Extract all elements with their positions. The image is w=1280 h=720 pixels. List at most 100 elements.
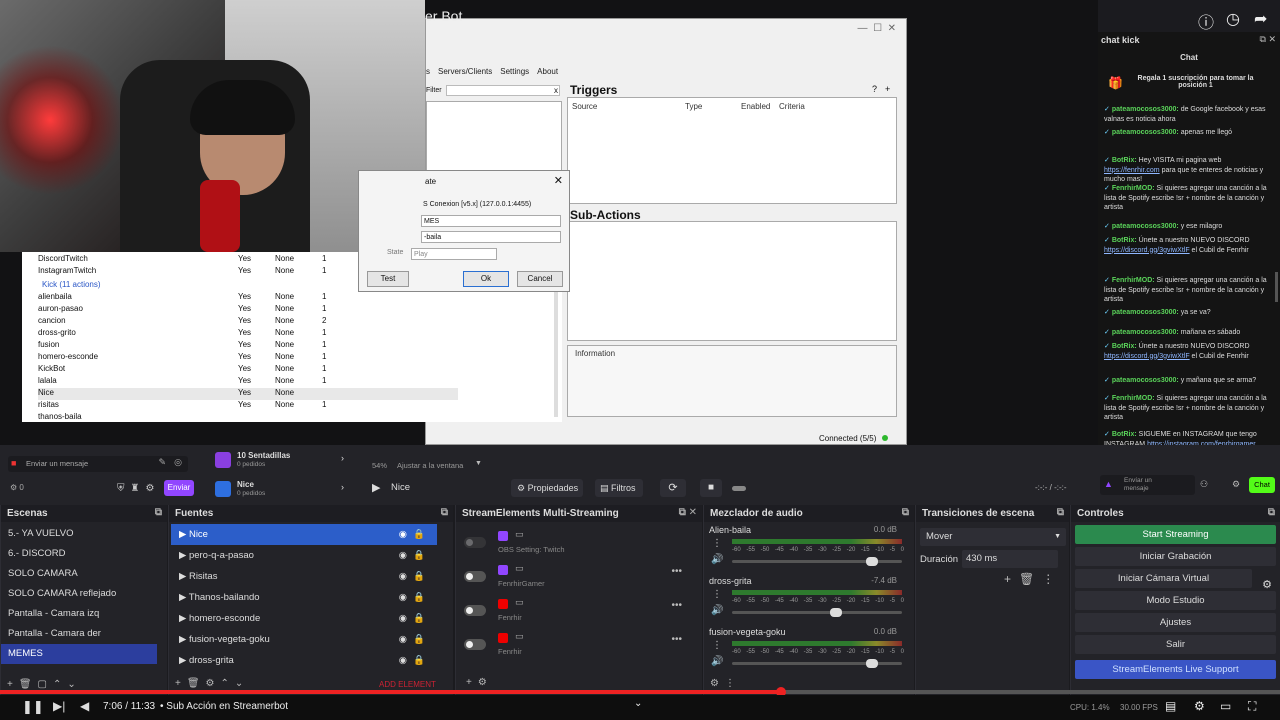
send-button[interactable]: Enviar (164, 480, 194, 496)
lock-icon[interactable]: 🔒 (413, 650, 425, 671)
lock-icon[interactable]: 🔒 (413, 545, 425, 566)
share-icon[interactable]: ➦ (1254, 9, 1267, 29)
table-row[interactable]: lalala Yes None 1 (38, 376, 458, 388)
more-icon[interactable]: ••• (671, 634, 682, 645)
scene-toolbar[interactable]: +🗑▢⌃⌄ (7, 679, 82, 690)
chat-username[interactable]: BotRix: (1112, 237, 1137, 244)
subactions-list[interactable] (567, 221, 897, 341)
volume-slider[interactable] (732, 608, 902, 617)
undock-close-icon[interactable]: ⧉ ✕ (679, 507, 697, 518)
chevron-down-icon[interactable]: ⌄ (634, 698, 642, 709)
scene-item[interactable]: Pantalla - Camara izq (1, 604, 167, 624)
chat-link[interactable]: https://discord.gg/3gviwXtlF (1104, 353, 1190, 360)
properties-button[interactable]: ⚙ Propiedades (511, 479, 583, 497)
state-select[interactable]: Play (411, 248, 497, 260)
subtitles-icon[interactable]: ▤ (1165, 699, 1176, 713)
channel-menu-icon[interactable]: ⋮ (712, 640, 722, 651)
settings-icon[interactable]: ⚙ (1194, 699, 1205, 713)
live-support-button[interactable]: StreamElements Live Support (1075, 660, 1276, 679)
emote-icon[interactable]: ✎ (158, 457, 166, 468)
chevron-right-icon[interactable]: › (341, 453, 344, 463)
studio-mode-button[interactable]: Modo Estudio (1075, 591, 1276, 610)
source-item[interactable]: ▶ dross-grita ◉ 🔒 (171, 650, 437, 671)
table-row[interactable]: cancion Yes None 2 (38, 316, 458, 328)
duration-input[interactable]: 430 ms (962, 550, 1058, 568)
source-toolbar[interactable]: +🗑⚙⌃⌄ (175, 678, 249, 689)
filters-button[interactable]: ▤ Filtros (595, 479, 643, 497)
lock-icon[interactable]: 🔒 (413, 566, 425, 587)
chat-username[interactable]: BotRix: (1112, 157, 1137, 164)
emote-picker-icon[interactable]: ⚇ (1200, 479, 1208, 490)
close-icon[interactable]: ✕ (554, 174, 563, 187)
speaker-icon[interactable]: 🔊 (711, 605, 723, 616)
filter-input[interactable] (446, 85, 560, 96)
add-element-button[interactable]: ADD ELEMENT (379, 680, 436, 689)
goal2-title[interactable]: Nice (237, 480, 254, 489)
speaker-icon[interactable]: 🔊 (711, 554, 723, 565)
goal1-title[interactable]: 10 Sentadillas (237, 451, 290, 460)
virtual-camera-button[interactable]: Iniciar Cámara Virtual (1075, 569, 1252, 588)
scene-item[interactable]: Pantalla - Camara der (1, 624, 167, 644)
scene-item-selected[interactable]: MEMES (1, 644, 157, 664)
undock-icon[interactable]: ⧉ (902, 507, 909, 518)
chat-input[interactable]: ▲ Envíar un mensaje (1100, 475, 1195, 495)
col-enabled[interactable]: Enabled (741, 102, 770, 111)
chat-link[interactable]: https://fenrhir.com (1104, 167, 1160, 174)
eye-icon[interactable]: ◉ (399, 629, 407, 650)
source-item[interactable]: ▶ homero-esconde ◉ 🔒 (171, 608, 437, 629)
chat-username[interactable]: pateamocosos3000: (1112, 329, 1179, 336)
speaker-icon[interactable]: 🔊 (711, 656, 723, 667)
chat-link[interactable]: https://discord.gg/3gviwXtlF (1104, 247, 1190, 254)
source-item[interactable]: ▶ Risitas ◉ 🔒 (171, 566, 437, 587)
start-streaming-button[interactable]: Start Streaming (1075, 525, 1276, 544)
chat-username[interactable]: pateamocosos3000: (1112, 129, 1179, 136)
cast-icon[interactable]: ▭ (1220, 699, 1231, 713)
table-row[interactable]: thanos-baila (38, 412, 458, 424)
help-icon[interactable]: ? (872, 84, 877, 94)
menu-about[interactable]: About (537, 67, 558, 76)
col-source[interactable]: Source (572, 102, 597, 111)
clock-icon[interactable]: ◷ (1226, 9, 1240, 29)
chevron-right-icon[interactable]: › (341, 482, 344, 492)
eye-icon[interactable]: ◉ (399, 524, 407, 545)
message-input[interactable]: ■ Enviar un mensaje ✎ ◎ (8, 456, 188, 472)
eye-icon[interactable]: ◉ (399, 587, 407, 608)
volume-slider[interactable] (732, 659, 902, 668)
ok-button[interactable]: Ok (463, 271, 509, 287)
col-type[interactable]: Type (685, 102, 702, 111)
enable-toggle[interactable] (464, 537, 486, 548)
chevron-down-icon[interactable]: ▼ (475, 460, 482, 467)
filter-clear-icon[interactable]: x (554, 86, 558, 95)
video-progress-bar[interactable] (0, 690, 1280, 694)
test-button[interactable]: Test (367, 271, 409, 287)
mod-icons[interactable]: ⛨♜⚙ (117, 483, 160, 494)
undock-icon[interactable]: ⧉ (1268, 507, 1275, 518)
next-icon[interactable]: ▶| (53, 699, 65, 713)
menu-item[interactable]: s (426, 67, 430, 76)
chat-username[interactable]: FenrhirMOD: (1112, 395, 1155, 402)
more-icon[interactable]: ••• (671, 600, 682, 611)
enable-toggle[interactable] (464, 571, 486, 582)
add-icon[interactable]: + (885, 84, 890, 94)
lock-icon[interactable]: 🔒 (413, 608, 425, 629)
lock-icon[interactable]: 🔒 (413, 629, 425, 650)
undock-icon[interactable]: ⧉ (1057, 507, 1064, 518)
chapter-title[interactable]: • Sub Acción en Streamerbot (160, 701, 288, 712)
table-row[interactable]: auron-pasao Yes None 1 (38, 304, 458, 316)
source-item-selected[interactable]: ▶ Nice ◉ 🔒 (171, 524, 437, 545)
channel-menu-icon[interactable]: ⋮ (712, 538, 722, 549)
col-criteria[interactable]: Criteria (779, 102, 805, 111)
fit-window-select[interactable]: Ajustar a la ventana (397, 461, 463, 470)
enable-toggle[interactable] (464, 605, 486, 616)
source-item[interactable]: ▶ pero-q-a-pasao ◉ 🔒 (171, 545, 437, 566)
eye-icon[interactable]: ◉ (399, 566, 407, 587)
table-row[interactable]: homero-esconde Yes None 1 (38, 352, 458, 364)
table-row[interactable]: risitas Yes None 1 (38, 400, 458, 412)
menu-servers[interactable]: Servers/Clients (438, 67, 492, 76)
pause-icon[interactable]: ❚❚ (22, 699, 44, 715)
settings-icon[interactable]: ◎ (174, 457, 182, 468)
fullscreen-icon[interactable]: ⛶ (1248, 699, 1256, 714)
scene-select[interactable]: MES (421, 215, 561, 227)
exit-button[interactable]: Salir (1075, 635, 1276, 654)
table-row[interactable]: fusion Yes None 1 (38, 340, 458, 352)
